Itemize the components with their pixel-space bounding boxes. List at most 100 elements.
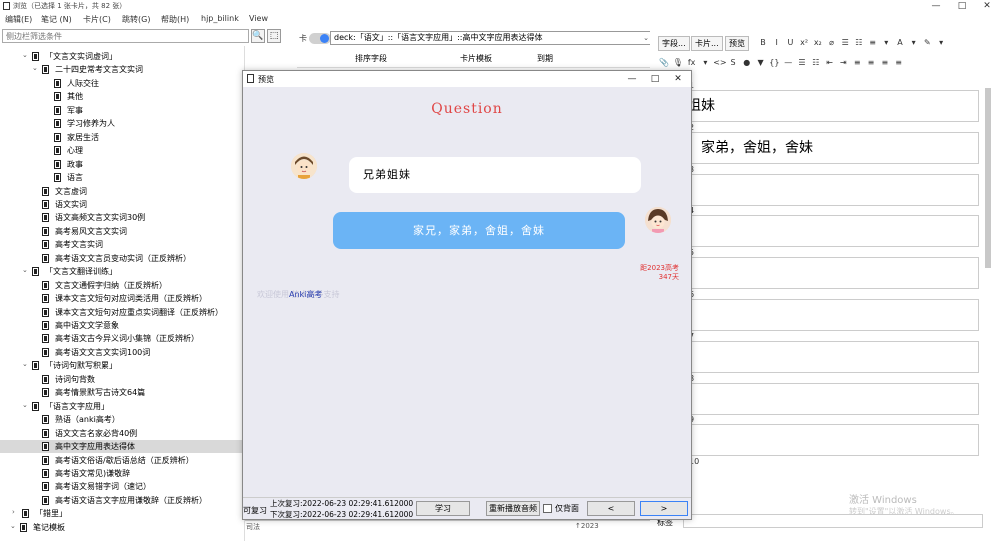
sidebar-tree-item[interactable]: 语文高频文言文实词30例: [0, 211, 244, 224]
menu-help[interactable]: 帮助(H): [161, 14, 189, 25]
sidebar-tree-item[interactable]: 熟语（anki高考）: [0, 413, 244, 426]
chevron-down-icon[interactable]: ⌄: [22, 401, 30, 409]
sidebar-tree-item[interactable]: ⌄ 「文言文实词虚词」: [0, 50, 244, 63]
column-card-template[interactable]: 卡片模板: [460, 53, 492, 64]
format-tool-icon[interactable]: U: [784, 37, 796, 49]
format-tool-icon[interactable]: x₂: [812, 37, 824, 49]
format-tool-icon[interactable]: ≡: [867, 37, 879, 49]
chevron-down-icon[interactable]: ⌄: [22, 266, 30, 274]
format-tool-icon[interactable]: ▾: [935, 37, 947, 49]
editor-field[interactable]: [684, 424, 979, 457]
sidebar-tree-item[interactable]: 其他: [0, 90, 244, 103]
chevron-down-icon[interactable]: ⌄: [32, 64, 40, 72]
menu-cards[interactable]: 卡片(C): [83, 14, 111, 25]
close-button[interactable]: ✕: [975, 0, 999, 12]
sidebar-tree-item[interactable]: 心理: [0, 144, 244, 157]
sidebar-tree-item[interactable]: 高考易风文言文实词: [0, 225, 244, 238]
menu-edit[interactable]: 编辑(E): [5, 14, 32, 25]
sidebar-tree-item[interactable]: 家居生活: [0, 131, 244, 144]
prev-card-button[interactable]: <: [587, 501, 635, 516]
format-tool-icon[interactable]: ≡: [865, 57, 877, 69]
cards-button[interactable]: 卡片...: [691, 36, 723, 51]
sidebar-tree-item[interactable]: ⌄ 「语言文字应用」: [0, 400, 244, 413]
sidebar-tree-item[interactable]: 高考语文易错字词（速记）: [0, 480, 244, 493]
sidebar-tree-item[interactable]: 高考情景默写古诗文64篇: [0, 386, 244, 399]
format-tool-icon[interactable]: ☷: [810, 57, 822, 69]
next-card-button[interactable]: >: [640, 501, 688, 516]
column-due[interactable]: 到期: [537, 53, 553, 64]
sidebar-tree-item[interactable]: 高考语文古今异义词小集锦（正反辨析）: [0, 332, 244, 345]
editor-field[interactable]: [684, 299, 979, 331]
fields-button[interactable]: 字段...: [658, 36, 690, 51]
menu-go[interactable]: 跳转(G): [122, 14, 150, 25]
format-tool-icon[interactable]: fx: [686, 57, 698, 69]
format-tool-icon[interactable]: S: [727, 57, 739, 69]
format-tool-icon[interactable]: 📎: [658, 57, 670, 69]
study-button[interactable]: 学习: [416, 501, 470, 516]
sidebar-filter-input[interactable]: [3, 30, 248, 42]
format-tool-icon[interactable]: ⇥: [837, 57, 849, 69]
sidebar-tree-item[interactable]: 高考语文俗语/歇后语总结（正反辨析）: [0, 454, 244, 467]
sidebar-tree-item[interactable]: 文言虚词: [0, 185, 244, 198]
format-tool-icon[interactable]: ▾: [880, 37, 892, 49]
editor-field[interactable]: [684, 340, 979, 373]
editor-field[interactable]: ，家弟，舍姐，舍妹: [684, 131, 979, 164]
preview-maximize-button[interactable]: □: [644, 72, 666, 86]
editor-field[interactable]: [684, 257, 979, 290]
format-tool-icon[interactable]: ▾: [908, 37, 920, 49]
format-tool-icon[interactable]: ☰: [796, 57, 808, 69]
menu-view[interactable]: View: [249, 14, 268, 23]
format-tool-icon[interactable]: 🎙: [672, 57, 684, 69]
cards-notes-toggle[interactable]: [309, 33, 331, 44]
sidebar-tree-item[interactable]: 军事: [0, 104, 244, 117]
chevron-right-icon[interactable]: ›: [12, 508, 20, 516]
format-tool-icon[interactable]: ▾: [699, 57, 711, 69]
menu-hjp-bilink[interactable]: hjp_bilink: [201, 14, 239, 23]
sidebar-tree-item[interactable]: 高考语文常见)谦敬辞: [0, 467, 244, 480]
chevron-down-icon[interactable]: ⌄: [10, 522, 18, 530]
chevron-down-icon[interactable]: ⌄: [643, 32, 649, 44]
format-tool-icon[interactable]: I: [771, 37, 783, 49]
editor-field[interactable]: [684, 382, 979, 415]
format-tool-icon[interactable]: ☷: [853, 37, 865, 49]
sidebar-tree-item[interactable]: › 「錯里」: [0, 507, 244, 520]
preview-button[interactable]: 预览: [725, 36, 749, 51]
sidebar-tree-item[interactable]: 诗词句背数: [0, 373, 244, 386]
scrollbar-thumb[interactable]: [985, 88, 991, 268]
replay-audio-button[interactable]: 重新播放音频: [486, 501, 540, 516]
format-tool-icon[interactable]: {}: [768, 57, 780, 69]
sidebar-tree-item[interactable]: 语言: [0, 171, 244, 184]
sidebar-tree-item[interactable]: 高考语文语言文字应用谦敬辞（正反辨析）: [0, 494, 244, 507]
format-tool-icon[interactable]: ▼: [755, 57, 767, 69]
editor-field[interactable]: [684, 173, 979, 206]
sidebar-tree-item[interactable]: 人际交往: [0, 77, 244, 90]
sidebar-tree-item[interactable]: 高中文字应用表达得体: [0, 440, 244, 454]
format-tool-icon[interactable]: ✎: [921, 37, 933, 49]
sidebar-tree-item[interactable]: 学习修养为人: [0, 117, 244, 130]
sidebar-tree-item[interactable]: 语文文言名家必背40例: [0, 427, 244, 440]
editor-field[interactable]: 姐妹: [684, 90, 979, 122]
sidebar-tree-item[interactable]: 高考文言实词: [0, 238, 244, 251]
format-tool-icon[interactable]: A: [894, 37, 906, 49]
format-tool-icon[interactable]: ☰: [839, 37, 851, 49]
sidebar-filter[interactable]: [2, 29, 249, 43]
anki-link[interactable]: Anki高考: [289, 289, 322, 300]
sidebar-tree-item[interactable]: 文言文通假字归纳（正反辨析）: [0, 279, 244, 292]
format-tool-icon[interactable]: ●: [741, 57, 753, 69]
search-icon[interactable]: 🔍: [251, 29, 265, 43]
sidebar-tree-item[interactable]: 高考语文文言员变动实词（正反辨析）: [0, 252, 244, 265]
back-only-checkbox[interactable]: [543, 504, 552, 513]
sidebar-tree-item[interactable]: ⌄ 「诗词句默写积累」: [0, 359, 244, 372]
chevron-down-icon[interactable]: ⌄: [22, 51, 30, 59]
sidebar-tree-item[interactable]: 课本文言文短句对应重点实词翻译（正反辨析）: [0, 306, 244, 319]
maximize-button[interactable]: □: [950, 0, 974, 12]
sidebar-tree-item[interactable]: ⌄ 笔记模板: [0, 521, 244, 534]
sidebar-tree-item[interactable]: 语文实词: [0, 198, 244, 211]
format-tool-icon[interactable]: <>: [713, 57, 726, 69]
minimize-button[interactable]: —: [924, 0, 948, 12]
sidebar-tree-item[interactable]: 课本文言文短句对应词类活用（正反辨析）: [0, 292, 244, 305]
select-tool-icon[interactable]: ⬚: [267, 29, 281, 43]
sidebar-tree-item[interactable]: 政事: [0, 158, 244, 171]
format-tool-icon[interactable]: —: [782, 57, 794, 69]
editor-field[interactable]: [684, 215, 979, 248]
